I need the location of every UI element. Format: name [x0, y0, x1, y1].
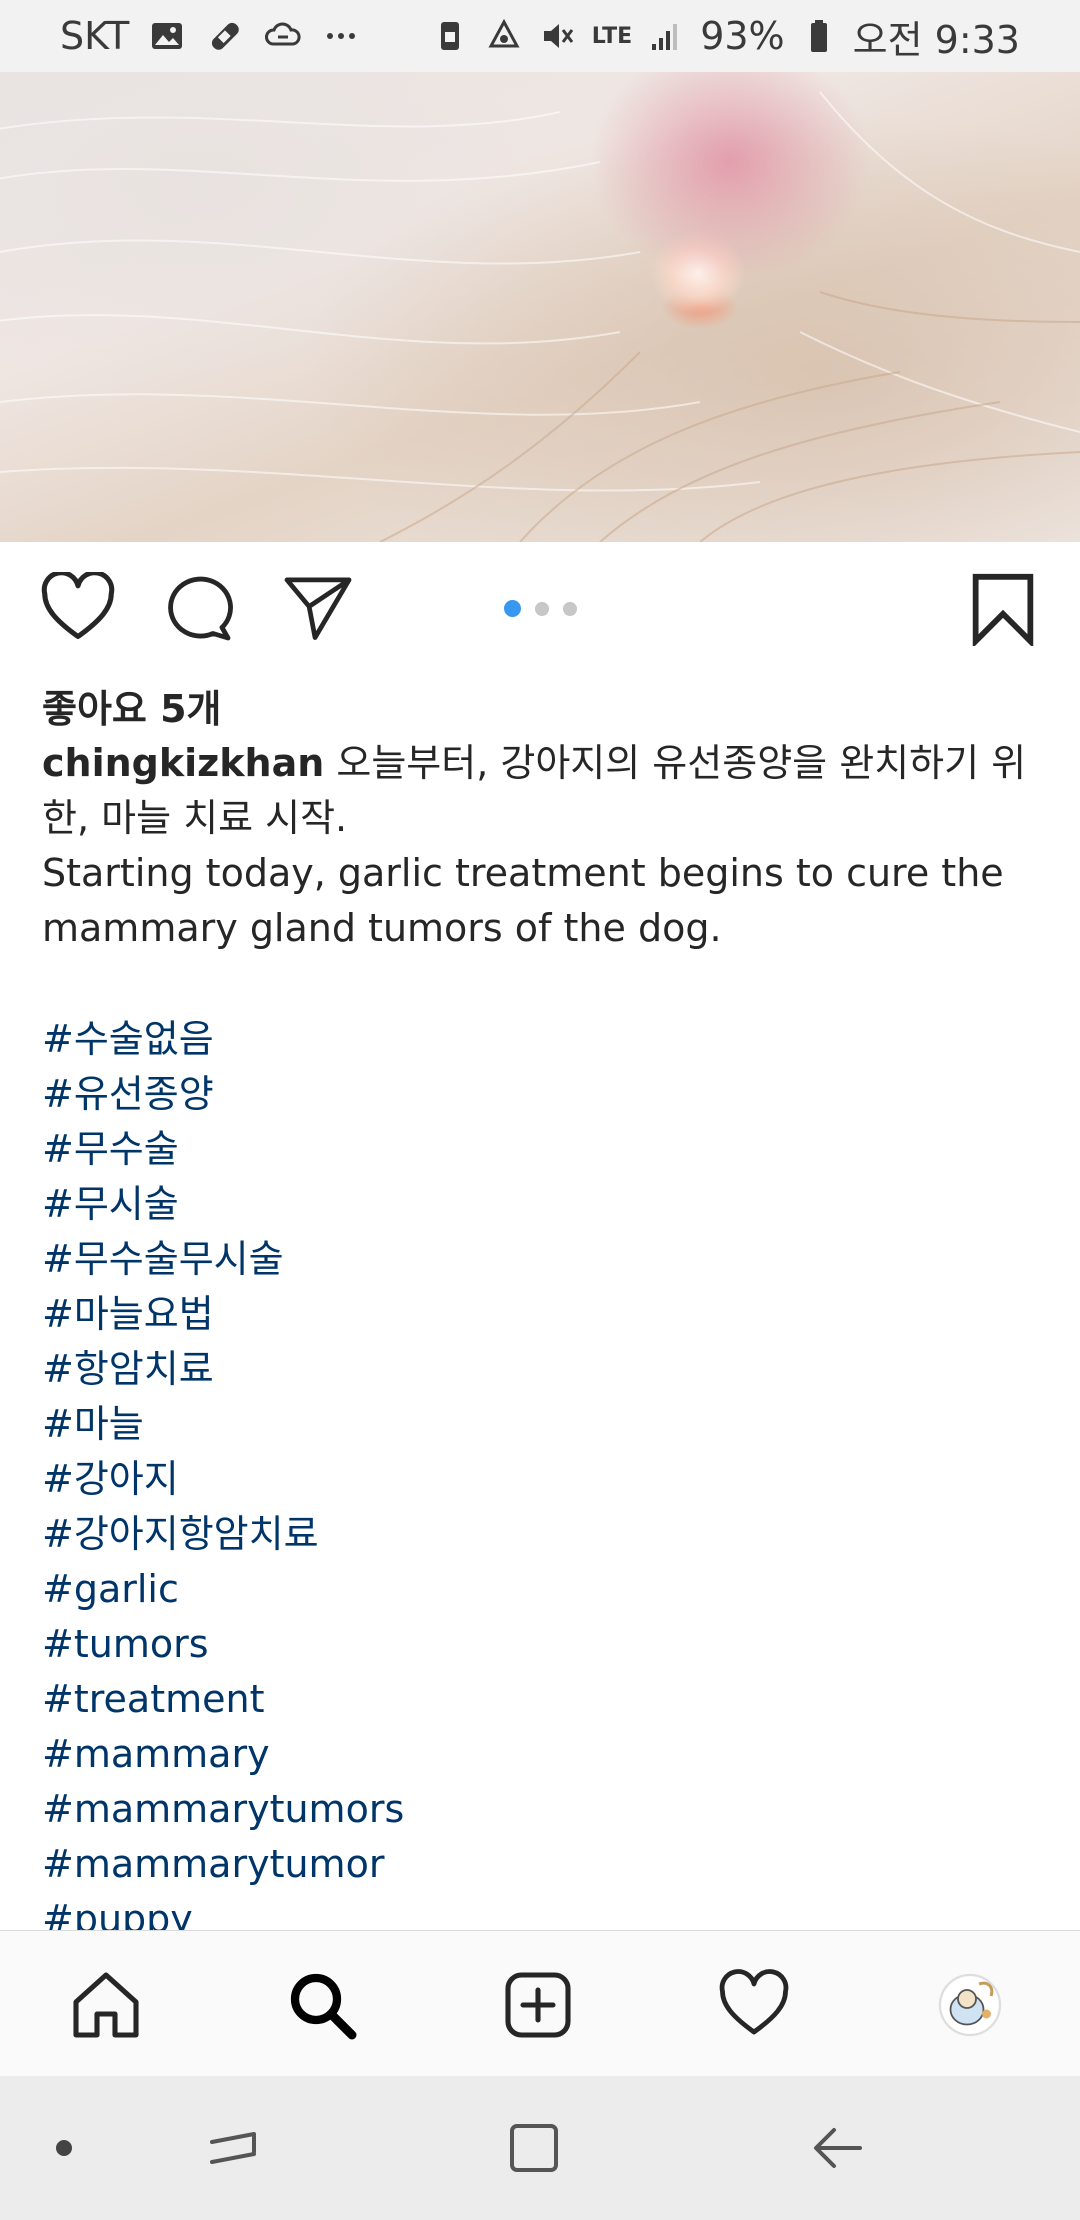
hashtag-link[interactable]: #무시술	[42, 1177, 404, 1232]
network-type-label: LTE	[591, 23, 633, 49]
post-photo[interactable]	[0, 72, 1080, 542]
hashtag-link[interactable]: #mammarytumors	[42, 1782, 404, 1837]
like-count[interactable]: 좋아요 5개	[42, 678, 222, 733]
home-square-icon[interactable]	[504, 2118, 564, 2178]
carousel-dot	[535, 601, 549, 616]
hashtag-link[interactable]: #유선종양	[42, 1067, 404, 1122]
share-icon[interactable]	[282, 574, 354, 642]
hashtag-link[interactable]: #garlic	[42, 1562, 404, 1617]
hashtag-link[interactable]: #강아지	[42, 1452, 404, 1507]
hashtag-list: #수술없음 #유선종양 #무수술 #무시술 #무수술무시술 #마늘요법 #항암치…	[42, 1012, 404, 1947]
hashtag-link[interactable]: #수술없음	[42, 1012, 404, 1067]
cloud-sync-icon	[263, 16, 303, 56]
system-navigation-bar	[0, 2076, 1080, 2220]
dot-indicator[interactable]	[34, 2118, 94, 2178]
bandage-icon	[205, 16, 245, 56]
signal-icon	[646, 16, 686, 56]
recent-apps-icon[interactable]	[204, 2118, 264, 2178]
more-dots-icon	[321, 16, 361, 56]
carrier-label: SKT	[60, 14, 130, 58]
add-post-icon[interactable]	[502, 1969, 574, 2041]
status-left: SKT	[60, 14, 361, 58]
comment-icon[interactable]	[162, 572, 234, 644]
bookmark-icon[interactable]	[970, 572, 1036, 646]
clock: 오전 9:33	[852, 17, 1020, 62]
mute-icon	[538, 16, 578, 56]
nfc-icon	[430, 16, 470, 56]
hashtag-link[interactable]: #treatment	[42, 1672, 404, 1727]
status-right: LTE 93% 오전 9:33	[430, 9, 1020, 64]
search-icon[interactable]	[286, 1969, 358, 2041]
hashtag-link[interactable]: #마늘요법	[42, 1287, 404, 1342]
post-caption: chingkizkhan 오늘부터, 강아지의 유선종양을 완치하기 위한, 마…	[42, 736, 1042, 956]
carousel-dot	[563, 601, 577, 616]
hashtag-link[interactable]: #무수술무시술	[42, 1232, 404, 1287]
image-icon	[147, 16, 187, 56]
home-icon[interactable]	[70, 1969, 142, 2041]
battery-icon	[799, 16, 839, 56]
hashtag-link[interactable]: #마늘	[42, 1397, 404, 1452]
profile-avatar[interactable]	[934, 1969, 1006, 2041]
battery-percent: 93%	[700, 14, 785, 58]
fur-texture	[0, 91, 1080, 542]
hashtag-link[interactable]: #항암치료	[42, 1342, 404, 1397]
recycle-icon	[484, 16, 524, 56]
hashtag-link[interactable]: #mammarytumor	[42, 1837, 404, 1892]
caption-text-english: Starting today, garlic treatment begins …	[42, 851, 1004, 950]
carousel-dot	[504, 600, 521, 617]
hashtag-link[interactable]: #tumors	[42, 1617, 404, 1672]
back-arrow-icon[interactable]	[808, 2118, 868, 2178]
carousel-indicator	[504, 600, 577, 617]
bottom-navigation	[0, 1930, 1080, 2076]
username-link[interactable]: chingkizkhan	[42, 741, 324, 785]
heart-icon[interactable]	[40, 572, 116, 644]
status-bar: SKT LTE 93% 오전 9:33	[0, 0, 1080, 72]
hashtag-link[interactable]: #강아지항암치료	[42, 1507, 404, 1562]
hashtag-link[interactable]: #mammary	[42, 1727, 404, 1782]
hashtag-link[interactable]: #무수술	[42, 1122, 404, 1177]
activity-heart-icon[interactable]	[718, 1969, 790, 2041]
